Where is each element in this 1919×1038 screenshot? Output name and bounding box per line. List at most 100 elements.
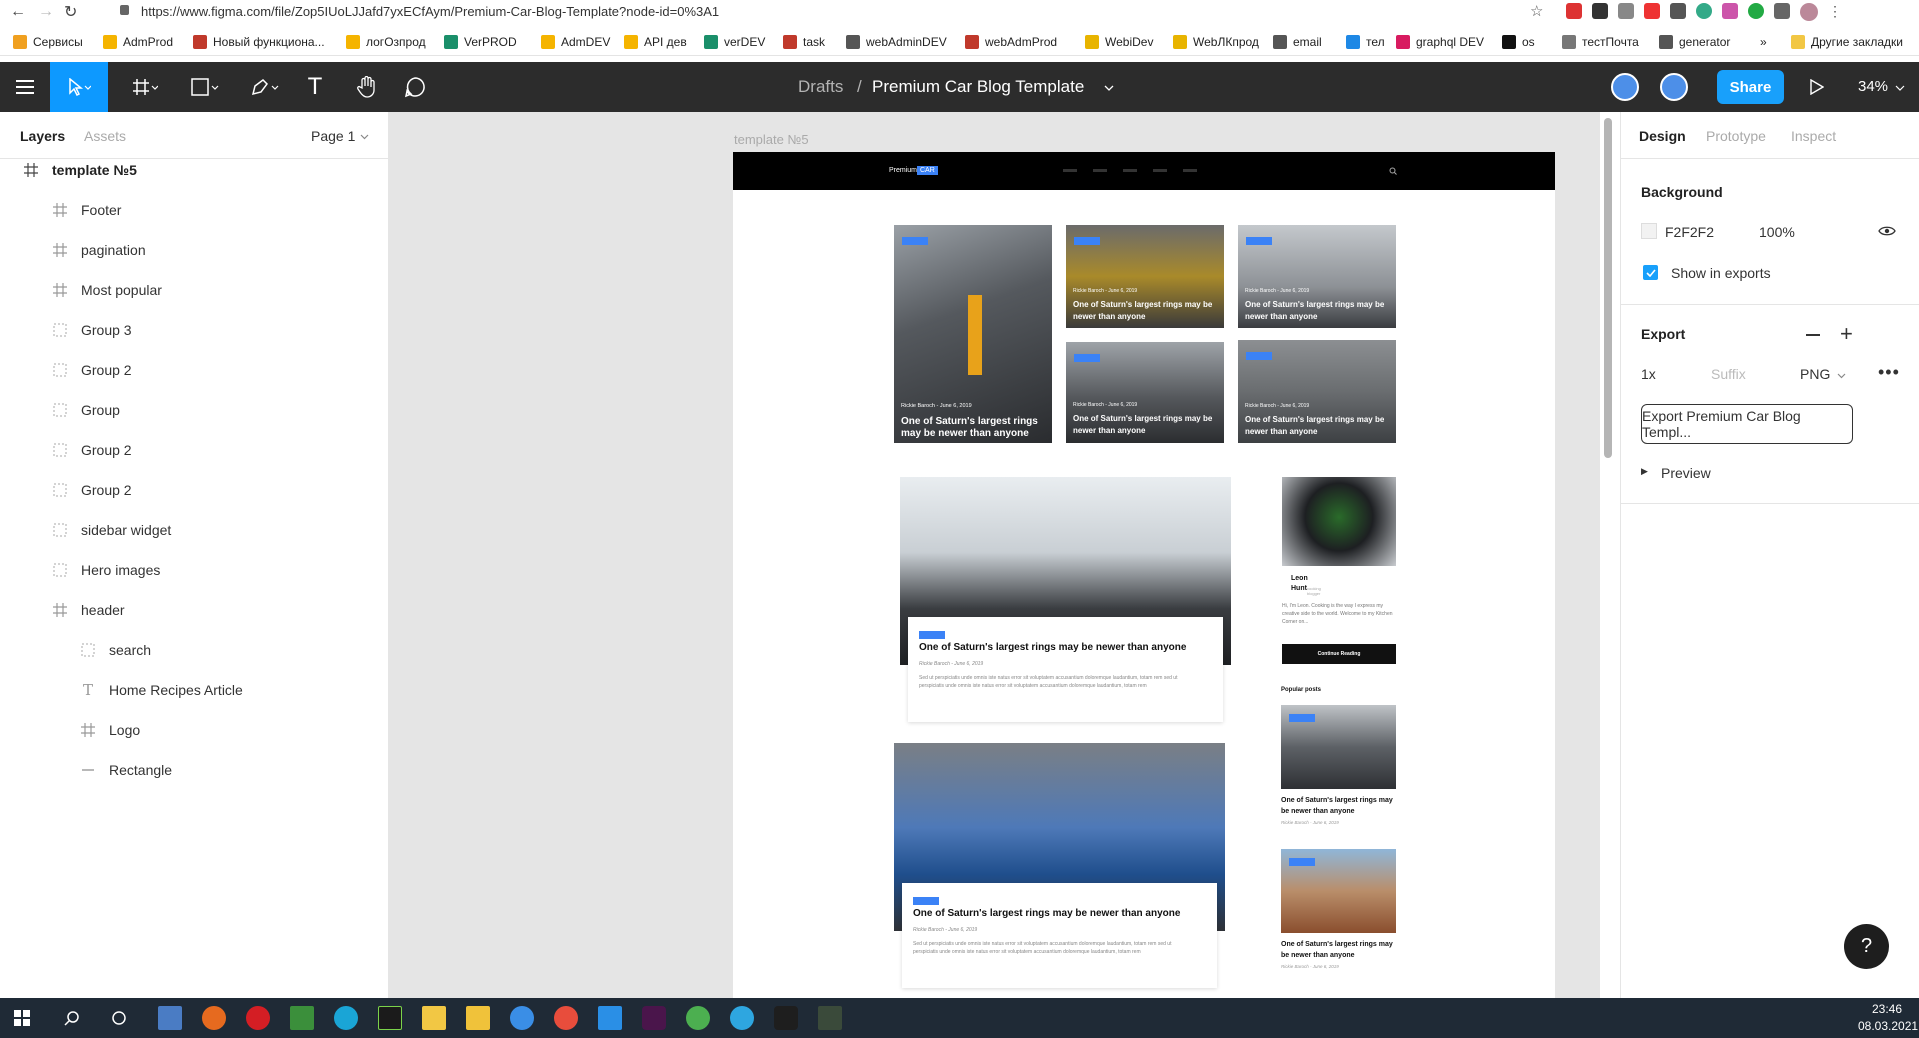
bookmark-item[interactable]: verDEV (704, 35, 765, 49)
chevron-down-icon[interactable] (1104, 85, 1114, 91)
bookmark-item[interactable]: AdmDEV (541, 35, 610, 49)
site-header[interactable]: Premium CAR (733, 152, 1555, 190)
layer-row[interactable]: Group (51, 398, 120, 422)
opera-icon[interactable] (246, 1006, 270, 1030)
popular-post-title[interactable]: One of Saturn's largest rings may be new… (1281, 795, 1393, 817)
preview-triangle-icon[interactable]: ▶ (1641, 466, 1648, 477)
template-frame[interactable]: Premium CAR Rickie Baroch - June 6, 2019… (733, 152, 1555, 998)
tab-layers[interactable]: Layers (20, 128, 65, 144)
preview-toggle[interactable]: Preview (1661, 465, 1711, 481)
layer-row[interactable]: Group 2 (51, 358, 132, 382)
extension-icon[interactable] (1748, 3, 1764, 19)
help-button[interactable]: ? (1844, 924, 1889, 969)
star-icon[interactable]: ☆ (1530, 2, 1543, 20)
bookmark-item[interactable]: логОзпрод (346, 35, 426, 49)
extension-icon[interactable] (1670, 3, 1686, 19)
article-title[interactable]: One of Saturn's largest rings may be new… (913, 908, 1180, 919)
taskbar-time[interactable]: 23:46 (1872, 1002, 1902, 1016)
layer-row[interactable]: sidebar widget (51, 518, 171, 542)
bg-hex-value[interactable]: F2F2F2 (1665, 224, 1714, 240)
nav-item[interactable] (1183, 169, 1197, 172)
more-options-icon[interactable]: ••• (1878, 362, 1900, 383)
back-arrow-icon[interactable]: ← (10, 3, 26, 21)
extension-icon[interactable] (1696, 3, 1712, 19)
bookmark-item[interactable]: AdmProd (103, 35, 173, 49)
hand-tool-button[interactable] (350, 62, 384, 112)
layer-row[interactable]: Most popular (51, 278, 162, 302)
vscode-icon[interactable] (598, 1006, 622, 1030)
more-vert-icon[interactable]: ⋮ (1828, 3, 1842, 21)
layer-row[interactable]: Group 2 (51, 478, 132, 502)
telegram-icon[interactable] (730, 1006, 754, 1030)
chrome-icon[interactable] (554, 1006, 578, 1030)
page-chevron-icon[interactable] (360, 134, 369, 140)
zoom-chevron-icon[interactable] (1895, 85, 1905, 91)
bookmark-item[interactable]: graphql DEV (1396, 35, 1484, 49)
move-tool-button[interactable] (50, 62, 108, 112)
bookmark-item[interactable]: email (1273, 35, 1322, 49)
hero-card[interactable]: Rickie Baroch - June 6, 2019 One of Satu… (1238, 340, 1396, 443)
terminal-icon[interactable] (818, 1006, 842, 1030)
bookmark-item[interactable]: WebЛКпрод (1173, 35, 1259, 49)
puzzle-icon[interactable] (1774, 3, 1790, 19)
share-button[interactable]: Share (1717, 70, 1784, 104)
text-tool-button[interactable]: T (298, 62, 332, 112)
layer-row[interactable]: search (79, 638, 151, 662)
bookmark-item[interactable]: API дев (624, 35, 687, 49)
nav-item[interactable] (1093, 169, 1107, 172)
remove-export-button[interactable] (1806, 334, 1820, 336)
frame-tool-button[interactable] (120, 62, 170, 112)
pycharm-icon[interactable] (378, 1006, 402, 1030)
zoom-level[interactable]: 34% (1858, 78, 1888, 95)
tab-inspect[interactable]: Inspect (1791, 128, 1836, 144)
export-format-select[interactable]: PNG (1800, 366, 1830, 382)
windows-start-icon[interactable] (14, 1010, 30, 1026)
reload-icon[interactable]: ↻ (64, 2, 77, 22)
user-avatar[interactable] (1660, 73, 1688, 101)
extension-icon[interactable] (1618, 3, 1634, 19)
url-text[interactable]: https://www.figma.com/file/Zop5IUoLJJafd… (141, 4, 719, 19)
slack-icon[interactable] (642, 1006, 666, 1030)
layer-row[interactable]: pagination (51, 238, 146, 262)
pen-tool-button[interactable] (240, 62, 290, 112)
layer-row[interactable]: Group 2 (51, 438, 132, 462)
chrome-icon[interactable] (686, 1006, 710, 1030)
figma-icon[interactable] (774, 1006, 798, 1030)
cloud-app-icon[interactable] (510, 1006, 534, 1030)
chart-app-icon[interactable] (290, 1006, 314, 1030)
article-card[interactable]: One of Saturn's largest rings may be new… (908, 617, 1223, 722)
format-chevron-icon[interactable] (1837, 373, 1846, 379)
layer-row[interactable]: Logo (79, 718, 140, 742)
continue-reading-button[interactable]: Continue Reading (1282, 644, 1396, 664)
bg-opacity-value[interactable]: 100% (1759, 224, 1795, 240)
eye-icon[interactable] (1878, 225, 1896, 237)
sticky-app-icon[interactable] (422, 1006, 446, 1030)
hero-card-large[interactable]: Rickie Baroch - June 6, 2019 One of Satu… (894, 225, 1052, 443)
other-bookmarks[interactable]: Другие закладки (1791, 35, 1903, 49)
bookmark-item[interactable]: generator (1659, 35, 1730, 49)
popular-post-title[interactable]: One of Saturn's largest rings may be new… (1281, 939, 1393, 961)
play-icon[interactable] (1810, 79, 1824, 95)
hero-card[interactable]: Rickie Baroch - June 6, 2019 One of Satu… (1238, 225, 1396, 328)
bookmark-item[interactable]: webAdminDEV (846, 35, 947, 49)
taskbar-date[interactable]: 08.03.2021 (1858, 1019, 1918, 1033)
main-menu-button[interactable] (0, 62, 50, 112)
article-card[interactable]: One of Saturn's largest rings may be new… (902, 883, 1217, 988)
extension-icon[interactable] (1592, 3, 1608, 19)
forward-arrow-icon[interactable]: → (38, 3, 54, 21)
profile-avatar[interactable] (1800, 3, 1818, 21)
canvas-scrollbar-thumb[interactable] (1604, 118, 1612, 458)
bookmark-item[interactable]: Сервисы (13, 35, 83, 49)
extension-icon[interactable] (1566, 3, 1582, 19)
hero-card[interactable]: Rickie Baroch - June 6, 2019 One of Satu… (1066, 342, 1224, 443)
tab-prototype[interactable]: Prototype (1706, 128, 1766, 144)
task-view-icon[interactable] (111, 1010, 127, 1026)
hero-card[interactable]: Rickie Baroch - June 6, 2019 One of Satu… (1066, 225, 1224, 328)
popular-post-image[interactable] (1281, 705, 1396, 789)
breadcrumb-drafts[interactable]: Drafts (798, 77, 843, 97)
file-explorer-icon[interactable] (466, 1006, 490, 1030)
file-title[interactable]: Premium Car Blog Template (872, 77, 1084, 97)
add-export-plus-icon[interactable]: + (1840, 321, 1853, 347)
bookmarks-more-button[interactable]: » (1760, 35, 1767, 49)
calculator-icon[interactable] (158, 1006, 182, 1030)
